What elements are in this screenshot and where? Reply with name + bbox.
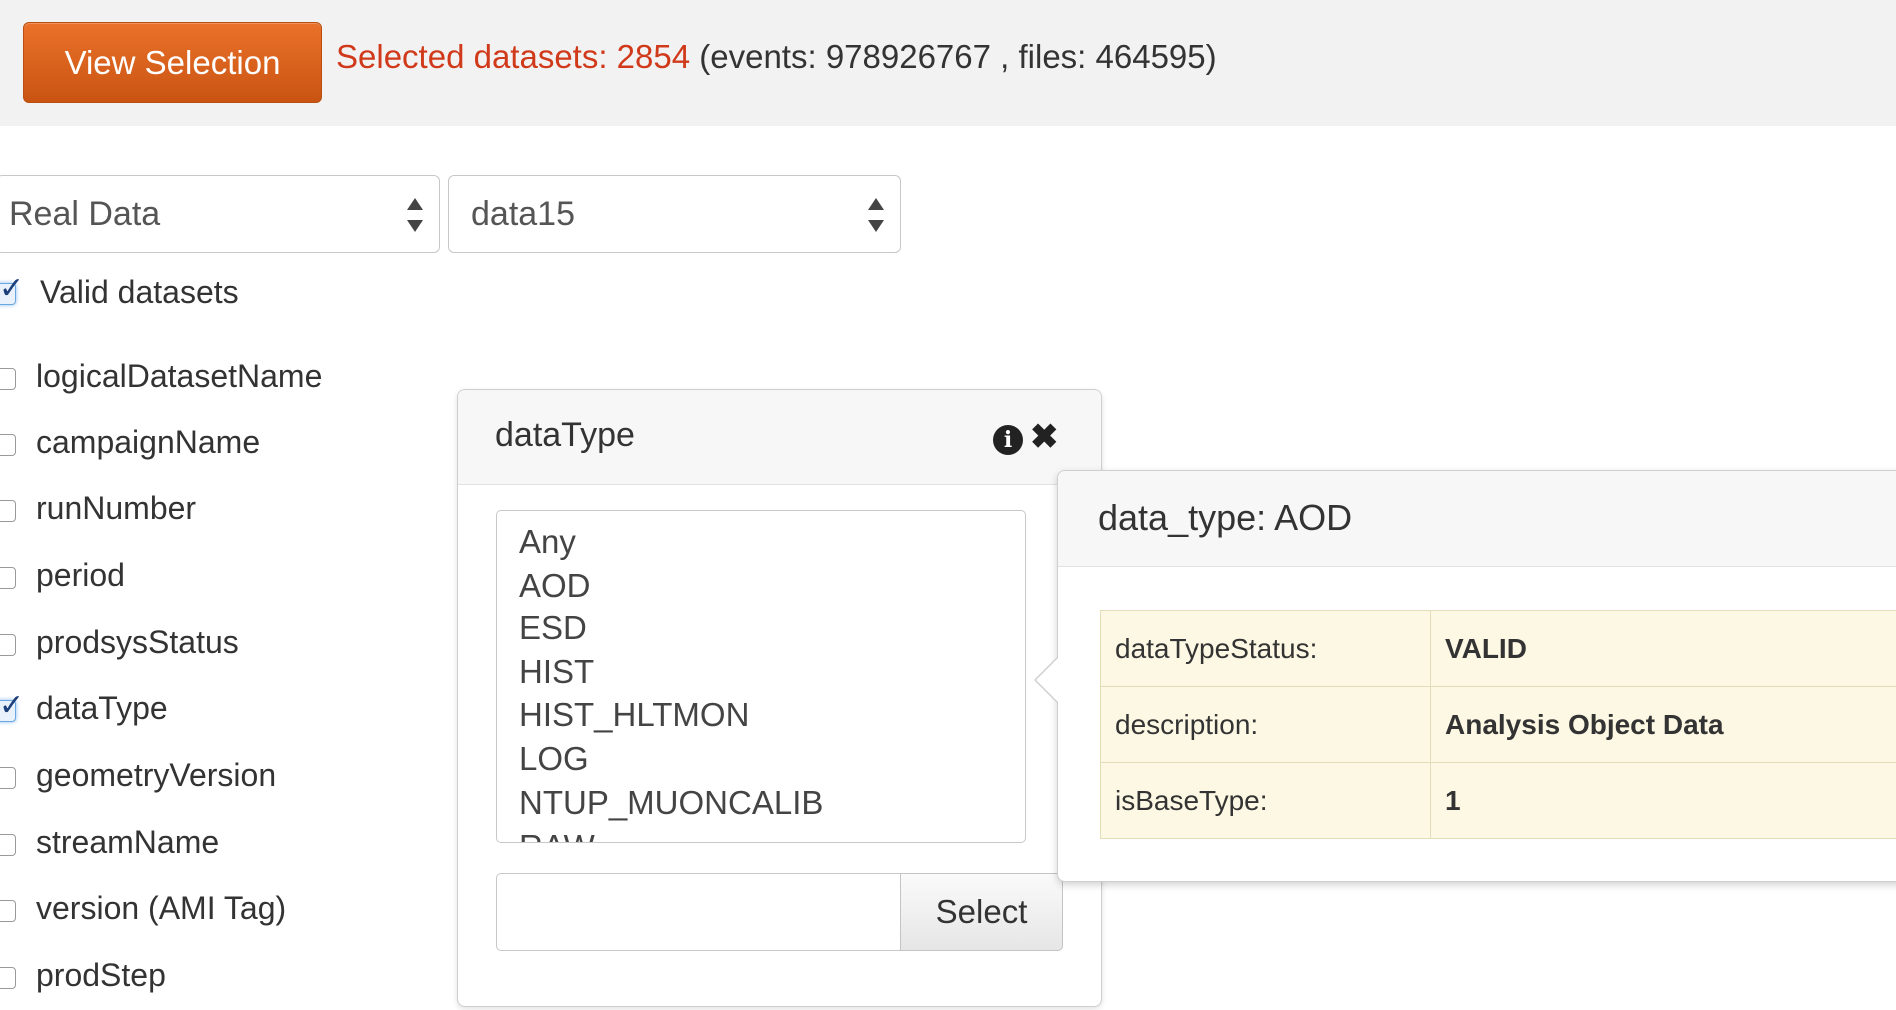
datatype-option[interactable]: HIST [519,653,594,691]
row-value: 1 [1430,762,1896,839]
view-selection-button[interactable]: View Selection [23,22,322,103]
field-checkbox[interactable] [0,767,16,789]
datatype-option[interactable]: AOD [519,567,591,605]
field-checkbox[interactable] [0,634,16,656]
check-icon: ✓ [0,689,25,722]
table-row: description: Analysis Object Data [1100,686,1896,763]
field-label: prodsysStatus [36,624,239,660]
datatype-option[interactable]: Any [519,523,576,561]
top-bar: View Selection Selected datasets: 2854 (… [0,0,1896,126]
field-checkbox[interactable] [0,434,16,456]
table-row: isBaseType: 1 [1100,762,1896,839]
datatype-option[interactable]: RAW [519,828,595,842]
row-key: isBaseType: [1100,762,1431,839]
field-checkbox[interactable] [0,368,16,390]
valid-datasets-checkbox[interactable]: ✓ [0,274,24,305]
field-label: runNumber [36,490,197,526]
table-row: dataTypeStatus: VALID [1100,610,1896,687]
datatype-popover: dataType i ✖ Any AOD ESD HIST HIST_HLTMON LOG… [457,389,1102,1007]
row-key: description: [1100,686,1431,763]
row-key: dataTypeStatus: [1100,610,1431,687]
field-label: dataType [36,690,168,726]
tooltip-header: data_type: AOD [1058,471,1896,567]
datatype-option[interactable]: NTUP_MUONCALIB [519,784,823,822]
field-label: prodStep [36,957,166,993]
field-checkbox[interactable] [0,500,16,522]
sort-arrows-icon [407,198,423,232]
events-files-summary: (events: 978926767 , files: 464595) [690,38,1217,75]
selected-datasets-count: Selected datasets: 2854 [336,38,691,75]
selection-summary: Selected datasets: 2854 (events: 9789267… [336,38,1217,76]
field-label: geometryVersion [36,757,277,793]
field-label: logicalDatasetName [36,358,323,394]
sort-arrows-icon [868,198,884,232]
row-value: VALID [1430,610,1896,687]
datatype-listbox[interactable]: Any AOD ESD HIST HIST_HLTMON LOG NTUP_MUONCALI… [496,510,1026,843]
field-checkbox[interactable] [0,834,16,856]
field-checkbox[interactable] [0,900,16,922]
field-checkbox[interactable] [0,567,16,589]
data-source-value: Real Data [9,194,161,233]
tooltip-arrow-fill [1036,657,1059,703]
project-value: data15 [471,194,575,233]
data-source-select[interactable]: Real Data [0,175,440,253]
field-label: period [36,557,125,593]
datatype-details-tooltip: data_type: AOD dataTypeStatus: VALID descr… [1034,470,1896,882]
datatype-option[interactable]: HIST_HLTMON [519,696,749,734]
details-table: dataTypeStatus: VALID description: Analysis… [1100,610,1896,839]
field-label: version (AMI Tag) [36,890,287,926]
valid-datasets-label: Valid datasets [40,274,239,310]
tooltip-title: data_type: AOD [1098,497,1353,538]
datatype-option[interactable]: LOG [519,740,589,778]
field-checkbox[interactable]: ✓ [0,691,24,722]
field-label: streamName [36,824,220,860]
project-select[interactable]: data15 [448,175,901,253]
info-icon[interactable]: i [993,425,1023,455]
select-button[interactable]: Select [900,873,1063,951]
datatype-option[interactable]: ESD [519,609,587,647]
close-icon[interactable]: ✖ [1030,420,1059,454]
field-label: campaignName [36,424,261,460]
row-value: Analysis Object Data [1430,686,1896,763]
popover-title: dataType [495,416,635,454]
field-checkbox[interactable] [0,967,16,989]
datatype-filter-input[interactable] [496,873,901,951]
check-icon: ✓ [0,272,25,305]
popover-header: dataType i ✖ [458,390,1101,485]
